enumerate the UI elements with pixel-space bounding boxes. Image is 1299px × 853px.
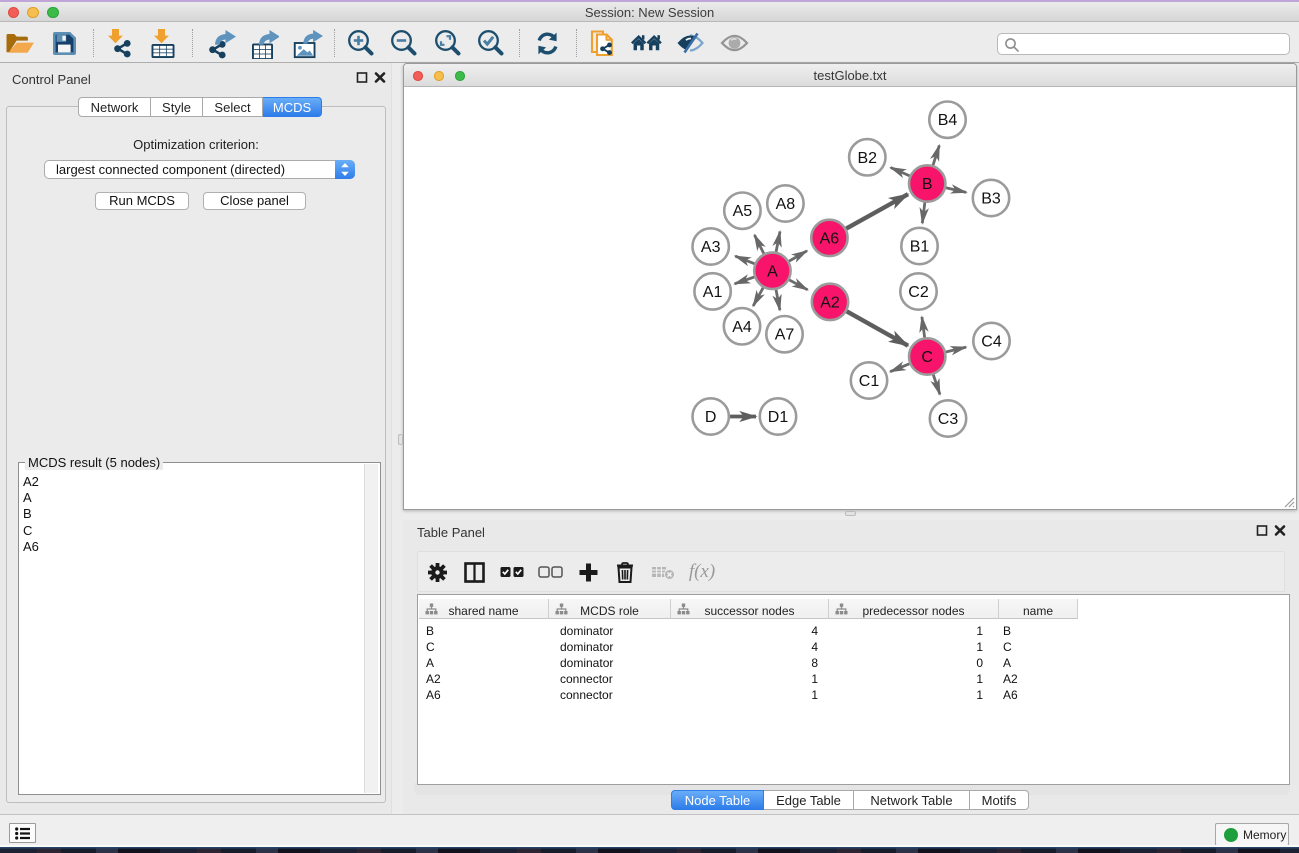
svg-text:C2: C2: [908, 284, 929, 301]
svg-text:B1: B1: [910, 239, 930, 256]
svg-text:D: D: [705, 409, 717, 426]
svg-text:B4: B4: [938, 112, 958, 129]
svg-text:C1: C1: [859, 373, 880, 390]
svg-text:A2: A2: [820, 294, 840, 311]
svg-text:C3: C3: [938, 411, 959, 428]
svg-text:D1: D1: [768, 409, 789, 426]
svg-text:A: A: [767, 263, 778, 280]
svg-text:A5: A5: [733, 203, 753, 220]
svg-text:A1: A1: [703, 284, 723, 301]
svg-text:A4: A4: [732, 319, 752, 336]
svg-text:A8: A8: [776, 196, 796, 213]
svg-text:C4: C4: [981, 334, 1002, 351]
svg-text:B3: B3: [981, 191, 1001, 208]
svg-text:A7: A7: [775, 327, 795, 344]
svg-text:A3: A3: [701, 239, 721, 256]
svg-text:C: C: [921, 349, 933, 366]
svg-text:B2: B2: [858, 150, 878, 167]
svg-text:B: B: [922, 176, 933, 193]
svg-text:A6: A6: [820, 230, 840, 247]
